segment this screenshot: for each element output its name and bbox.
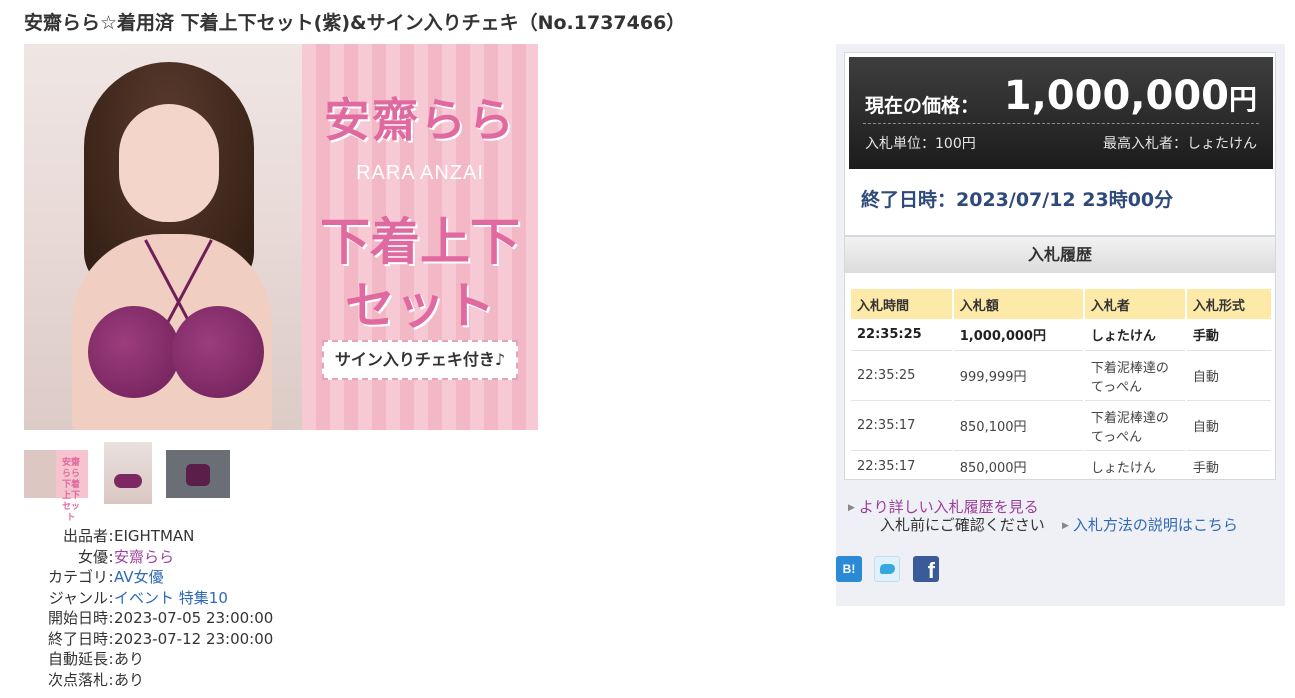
detail-category: カテゴリ: AV女優 (47, 567, 164, 588)
end-time: 終了日時：2023/07/12 23時00分 (861, 189, 1174, 211)
thumbnail-1[interactable]: 安齋らら 下着上下 セット (24, 450, 88, 523)
model-photo (24, 44, 302, 430)
banner-name: 安齋らら (324, 93, 516, 147)
banner-graphic: 安齋らら RARA ANZAI 下着上下 セット サイン入りチェキ付き♪ (302, 44, 538, 430)
column-header: 入札額 (953, 289, 1083, 319)
auction-panel: 現在の価格： 1,000,000円 入札単位：100円 最高入札者：しょたけん … (836, 44, 1285, 606)
seller-name: EIGHTMAN (114, 527, 195, 545)
main-product-image[interactable]: 安齋らら RARA ANZAI 下着上下 セット サイン入りチェキ付き♪ (24, 44, 538, 430)
price-box: 現在の価格： 1,000,000円 入札単位：100円 最高入札者：しょたけん … (844, 52, 1276, 236)
detail-auto-extend: 自動延長: あり (47, 650, 145, 668)
column-header: 入札時間 (851, 289, 952, 319)
detail-genre: ジャンル: イベント 特集10 (48, 588, 228, 609)
bid-history-heading: 入札履歴 (845, 237, 1275, 273)
actress-link[interactable]: 安齋らら (114, 547, 174, 568)
hatena-bookmark-icon[interactable]: B! (836, 556, 862, 582)
bid-history-table: 入札時間 入札額 入札者 入札形式 22:35:25 1,000,000円 しょ… (849, 289, 1273, 479)
twitter-icon[interactable] (874, 556, 900, 582)
bid-history: 入札履歴 入札時間 入札額 入札者 入札形式 22:35:25 1,000,00… (844, 236, 1276, 480)
item-details: 出品者: EIGHTMAN 女優: 安齋らら カテゴリ: AV女優 ジャンル: … (24, 526, 273, 690)
current-price-block: 現在の価格： 1,000,000円 入札単位：100円 最高入札者：しょたけん (849, 57, 1273, 169)
detail-seller: 出品者: EIGHTMAN (62, 527, 195, 545)
detail-actress: 女優: 安齋らら (77, 547, 175, 568)
bid-unit: 入札単位：100円 (865, 136, 976, 152)
table-row: 22:35:17 850,100円 下着泥棒達のてっぺん 自動 (851, 401, 1271, 451)
triangle-right-icon: ▶ (1062, 521, 1069, 531)
banner-name-roman: RARA ANZAI (356, 162, 484, 184)
column-header: 入札形式 (1186, 289, 1271, 319)
column-header: 入札者 (1084, 289, 1185, 319)
thumbnail-2[interactable] (104, 442, 152, 504)
table-row: 22:35:25 1,000,000円 しょたけん 手動 (851, 319, 1271, 351)
triangle-right-icon: ▶ (848, 503, 855, 513)
thumbnail-3[interactable] (166, 450, 230, 498)
detail-start-time: 開始日時: 2023-07-05 23:00:00 (47, 609, 274, 627)
category-link[interactable]: AV女優 (114, 567, 164, 588)
banner-tag: サイン入りチェキ付き♪ (322, 340, 518, 380)
facebook-icon[interactable]: f (913, 556, 939, 583)
bid-method-link[interactable]: ▶ 入札方法の説明はこちら (1062, 514, 1238, 535)
detail-end-time: 終了日時: 2023-07-12 23:00:00 (47, 629, 274, 648)
current-price: 1,000,000円 (1003, 73, 1257, 119)
thumbnail-1-label: 安齋らら 下着上下 セット (61, 458, 80, 523)
genre-link-event[interactable]: イベント (114, 588, 174, 609)
price-divider (863, 123, 1259, 124)
price-label: 現在の価格： (865, 95, 980, 117)
banner-line1: 下着上下 (320, 213, 520, 271)
top-bidder: 最高入札者：しょたけん (1103, 136, 1257, 152)
table-row: 22:35:17 850,000円 しょたけん 手動 (851, 451, 1271, 479)
page-title: 安齋らら☆着用済 下着上下セット(紫)&サイン入りチェキ（No.1737466） (24, 12, 686, 34)
table-row: 22:35:25 999,999円 下着泥棒達のてっぺん 自動 (851, 351, 1271, 401)
genre-link-feature[interactable]: 特集10 (179, 588, 228, 609)
detail-runner-up: 次点落札: あり (47, 670, 145, 689)
banner-line2: セット (345, 277, 495, 335)
confirm-notice: 入札前にご確認ください (880, 516, 1045, 534)
